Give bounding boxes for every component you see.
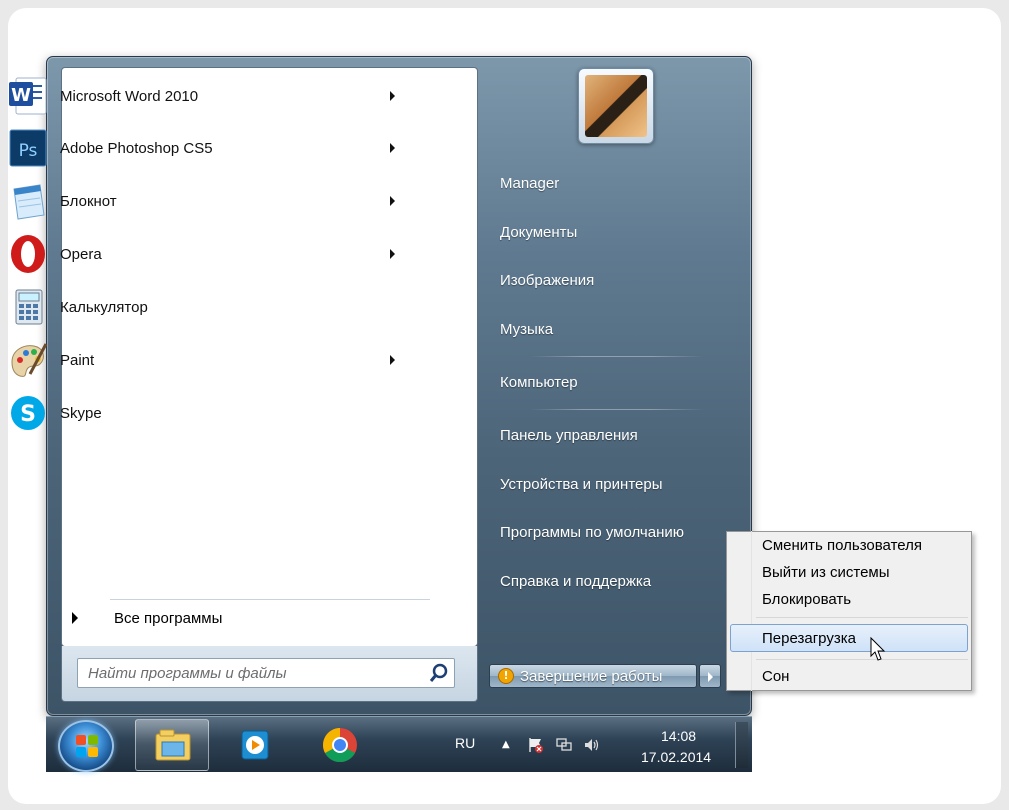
program-label: Adobe Photoshop CS5 — [60, 139, 213, 157]
shutdown-context-menu — [726, 531, 972, 691]
show-desktop-button[interactable] — [735, 722, 748, 768]
shield-warning-icon: ! — [498, 668, 514, 684]
program-label: Paint — [60, 351, 95, 369]
menu-item-sleep[interactable]: Сон — [762, 668, 789, 685]
all-programs-label: Все программы — [114, 609, 223, 627]
taskbar-explorer-button[interactable] — [135, 719, 209, 771]
shutdown-label: Завершение работы — [520, 667, 663, 685]
media-player-icon — [241, 730, 269, 760]
volume-icon[interactable] — [583, 737, 601, 753]
menu-item-switch-user[interactable]: Сменить пользователя — [762, 537, 922, 554]
taskbar-media-player-button[interactable] — [218, 719, 292, 771]
menu-item-lock[interactable]: Блокировать — [762, 591, 851, 608]
calculator-icon — [6, 285, 50, 329]
search-input[interactable]: Найти программы и файлы — [77, 658, 455, 688]
menu-item-log-off[interactable]: Выйти из системы — [762, 564, 890, 581]
network-icon[interactable] — [555, 737, 573, 753]
program-item-paint[interactable]: Paint — [6, 337, 411, 383]
skype-icon: S — [6, 391, 50, 435]
all-programs-button[interactable]: Все программы — [72, 606, 462, 630]
taskbar-chrome-button[interactable] — [303, 719, 377, 771]
divider — [530, 409, 704, 410]
menu-item-restart[interactable]: Перезагрузка — [762, 630, 856, 647]
divider — [530, 356, 704, 357]
program-item-notepad[interactable]: Блокнот — [6, 178, 411, 224]
program-item-opera[interactable]: Opera — [6, 231, 411, 277]
show-hidden-icons-icon[interactable]: ▲ — [502, 739, 510, 750]
program-item-word[interactable]: W Microsoft Word 2010 — [6, 73, 411, 119]
opera-icon — [6, 232, 50, 276]
submenu-arrow-icon — [390, 249, 395, 259]
submenu-arrow-icon — [390, 91, 395, 101]
submenu-arrow-icon — [390, 355, 395, 365]
submenu-arrow-icon — [390, 143, 395, 153]
start-button[interactable] — [58, 720, 114, 772]
language-indicator[interactable]: RU — [455, 735, 475, 751]
right-item-music[interactable]: Музыка — [500, 321, 553, 345]
right-item-pictures[interactable]: Изображения — [500, 272, 594, 296]
search-icon[interactable] — [424, 659, 454, 687]
chrome-icon — [323, 728, 357, 762]
program-item-photoshop[interactable]: Ps Adobe Photoshop CS5 — [6, 125, 411, 171]
search-placeholder: Найти программы и файлы — [88, 664, 287, 682]
user-avatar[interactable] — [578, 68, 654, 144]
svg-text:W: W — [11, 85, 31, 106]
program-label: Microsoft Word 2010 — [60, 87, 199, 105]
clock-time[interactable]: 14:08 — [661, 728, 696, 744]
right-item-documents[interactable]: Документы — [500, 224, 577, 248]
program-item-calculator[interactable]: Калькулятор — [6, 284, 411, 330]
program-label: Skype — [60, 404, 102, 422]
right-item-manager[interactable]: Manager — [500, 175, 559, 199]
shutdown-button[interactable]: ! Завершение работы — [489, 664, 697, 688]
program-item-skype[interactable]: S Skype — [6, 390, 411, 436]
menu-gutter — [726, 531, 752, 691]
submenu-arrow-icon — [390, 196, 395, 206]
explorer-icon — [155, 729, 191, 761]
paint-icon — [6, 338, 50, 382]
mouse-cursor-icon — [870, 636, 886, 661]
right-item-default-programs[interactable]: Программы по умолчанию — [500, 524, 684, 548]
action-center-flag-icon[interactable] — [527, 737, 545, 753]
clock-date[interactable]: 17.02.2014 — [641, 749, 711, 765]
menu-divider — [756, 659, 968, 660]
expand-arrow-icon — [72, 612, 78, 624]
notepad-icon — [6, 179, 50, 223]
photoshop-icon: Ps — [6, 126, 50, 170]
divider — [110, 599, 430, 600]
right-item-help-support[interactable]: Справка и поддержка — [500, 573, 651, 597]
right-item-computer[interactable]: Компьютер — [500, 374, 578, 398]
word-icon: W — [6, 74, 50, 118]
program-label: Блокнот — [60, 192, 117, 210]
windows-logo-icon — [76, 735, 98, 757]
right-item-devices-printers[interactable]: Устройства и принтеры — [500, 476, 662, 500]
program-label: Opera — [60, 245, 102, 263]
right-item-control-panel[interactable]: Панель управления — [500, 427, 638, 451]
menu-divider — [756, 617, 968, 618]
svg-text:Ps: Ps — [19, 141, 38, 161]
svg-text:S: S — [20, 402, 36, 427]
shutdown-options-button[interactable] — [699, 664, 721, 688]
program-label: Калькулятор — [60, 298, 148, 316]
